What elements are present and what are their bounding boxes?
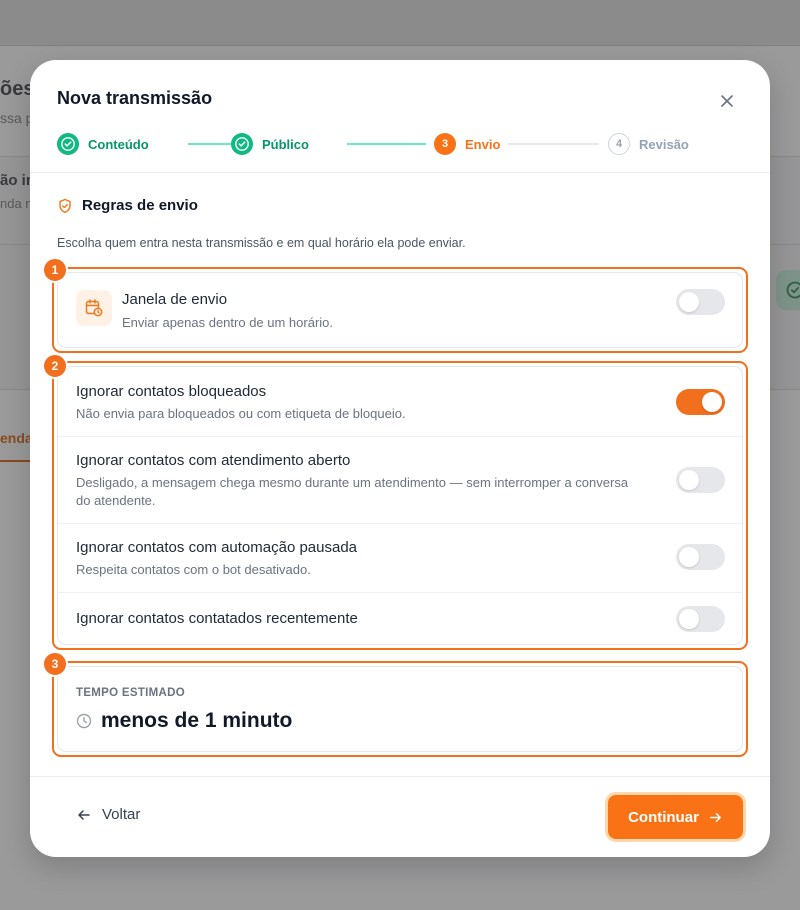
rule-toggle-blocked[interactable]	[676, 389, 725, 415]
rules-card: Ignorar contatos bloqueados Não envia pa…	[57, 366, 743, 645]
step-number: 4	[608, 133, 630, 155]
rule-toggle-recently-contacted[interactable]	[676, 606, 725, 632]
clock-icon	[76, 713, 92, 729]
step-connector	[508, 143, 599, 145]
step-label: Conteúdo	[88, 136, 149, 152]
background-card-subtitle: nda n	[0, 196, 33, 211]
rule-subtitle: Não envia para bloqueados ou com etiquet…	[76, 406, 406, 421]
estimate-label: TEMPO ESTIMADO	[76, 687, 185, 699]
rule-title: Ignorar contatos com atendimento aberto	[76, 452, 351, 469]
rule-toggle-paused-automation[interactable]	[676, 544, 725, 570]
background-check-chip	[776, 270, 800, 310]
shield-check-icon	[59, 198, 71, 213]
rule-subtitle: do atendente.	[76, 493, 156, 508]
send-window-title: Janela de envio	[122, 291, 228, 308]
rule-subtitle: Desligado, a mensagem chega mesmo durant…	[76, 475, 629, 490]
rule-subtitle: Respeita contatos com o bot desativado.	[76, 562, 311, 577]
highlight-badge-1: 1	[42, 257, 68, 283]
rule-title: Ignorar contatos bloqueados	[76, 383, 267, 400]
continue-label: Continuar	[628, 808, 699, 826]
check-circle-icon	[786, 281, 800, 299]
step-revisao[interactable]: 4 Revisão	[608, 133, 689, 155]
continue-button[interactable]: Continuar	[608, 795, 743, 839]
close-icon	[721, 95, 733, 107]
estimate-value: menos de 1 minuto	[101, 709, 293, 732]
arrow-right-icon	[709, 812, 721, 822]
calendar-clock-icon	[76, 290, 112, 326]
rule-title: Ignorar contatos contatados recentemente	[76, 610, 358, 627]
stepper: Conteúdo Público 3 Envio 4 Revisão	[57, 133, 689, 155]
estimate-value-row: menos de 1 minuto	[76, 709, 292, 733]
arrow-left-icon	[78, 809, 90, 820]
modal-header: Nova transmissão Conteúdo Público 3 Envi…	[30, 60, 770, 173]
highlight-badge-2: 2	[42, 353, 68, 379]
section-header: Regras de envio	[57, 197, 198, 214]
modal-title: Nova transmissão	[57, 88, 213, 108]
step-connector	[347, 143, 426, 145]
check-icon	[231, 133, 253, 155]
section-description: Escolha quem entra nesta transmissão e e…	[57, 236, 466, 250]
step-envio[interactable]: 3 Envio	[434, 133, 500, 155]
row-divider	[58, 436, 742, 437]
background-tab: enda	[0, 430, 33, 446]
step-conteudo[interactable]: Conteúdo	[57, 133, 149, 155]
background-topbar	[0, 0, 800, 46]
highlight-badge-3: 3	[42, 651, 68, 677]
row-divider	[58, 523, 742, 524]
modal-footer: Voltar Continuar	[30, 776, 770, 857]
background-page-subtitle: ssa p	[0, 110, 34, 126]
step-label: Revisão	[639, 136, 689, 152]
send-window-toggle[interactable]	[676, 289, 725, 315]
step-publico[interactable]: Público	[231, 133, 309, 155]
section-title: Regras de envio	[82, 197, 198, 214]
estimate-card: TEMPO ESTIMADO menos de 1 minuto	[57, 666, 743, 752]
check-icon	[57, 133, 79, 155]
row-divider	[58, 592, 742, 593]
rule-title: Ignorar contatos com automação pausada	[76, 539, 358, 556]
send-window-card: Janela de envio Enviar apenas dentro de …	[57, 272, 743, 348]
back-label: Voltar	[102, 806, 141, 823]
step-label: Envio	[465, 136, 501, 152]
close-button[interactable]	[716, 90, 738, 112]
back-button[interactable]: Voltar	[76, 806, 140, 823]
send-window-subtitle: Enviar apenas dentro de um horário.	[122, 315, 334, 330]
step-number: 3	[434, 133, 456, 155]
step-label: Público	[262, 136, 309, 152]
new-broadcast-modal: Nova transmissão Conteúdo Público 3 Envi…	[30, 60, 770, 857]
rule-toggle-open-ticket[interactable]	[676, 467, 725, 493]
